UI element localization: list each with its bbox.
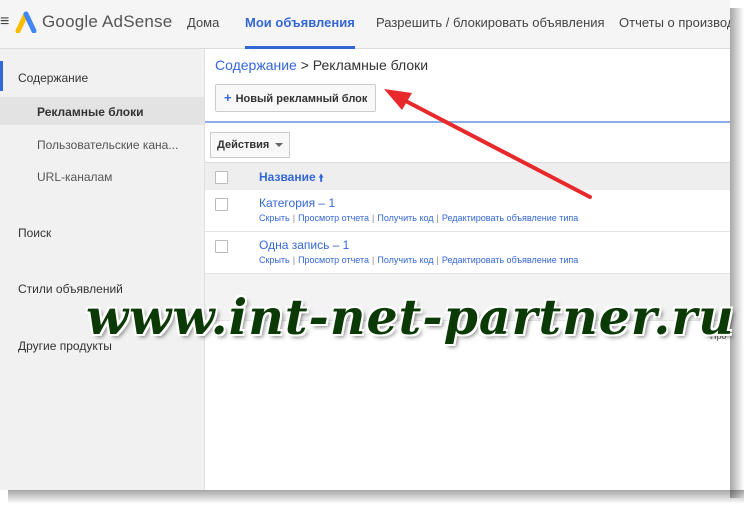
sidebar-item-url-channels[interactable]: URL-каналам xyxy=(37,170,112,184)
row-actions: Скрыть | Просмотр отчета | Получить код | Реда… xyxy=(259,255,579,265)
chevron-down-icon xyxy=(275,143,284,148)
top-bar: ≡ Google AdSense Дома Мои объявления Раз… xyxy=(0,0,730,49)
column-header-name-label: Название xyxy=(259,170,316,184)
logo-text[interactable]: Google AdSense xyxy=(42,12,172,32)
row-checkbox[interactable] xyxy=(215,240,228,253)
sort-up-icon: 🠙 xyxy=(318,173,324,184)
main-content: Содержание > Рекламные блоки + Новый рекл… xyxy=(205,49,730,490)
nav-reports[interactable]: Отчеты о производ xyxy=(619,0,730,48)
row-actions: Скрыть | Просмотр отчета | Получить код | Реда… xyxy=(259,213,579,223)
row-name-link[interactable]: Категория – 1 xyxy=(259,196,335,210)
get-code-link[interactable]: Получить код xyxy=(377,213,433,223)
breadcrumb-current: Рекламные блоки xyxy=(312,57,429,73)
actions-dropdown[interactable]: Действия xyxy=(210,132,291,158)
adsense-window: ≡ Google AdSense Дома Мои объявления Раз… xyxy=(0,0,730,490)
nav-allow-block[interactable]: Разрешить / блокировать объявления xyxy=(376,0,605,48)
sidebar-section-search[interactable]: Поиск xyxy=(18,226,51,240)
watermark-text: www.int-net-partner.ru xyxy=(86,288,735,346)
hide-link[interactable]: Скрыть xyxy=(259,255,290,265)
table-row: Категория – 1 Скрыть | Просмотр отчета | Пол… xyxy=(205,190,730,232)
get-code-link[interactable]: Получить код xyxy=(377,255,433,265)
adsense-logo-icon xyxy=(15,11,37,33)
table-row: Одна запись – 1 Скрыть | Просмотр отчета | П… xyxy=(205,232,730,274)
sidebar: Содержание Рекламные блоки Пользовательс… xyxy=(0,49,205,490)
sidebar-item-ad-units[interactable]: Рекламные блоки xyxy=(37,105,144,119)
plus-icon: + xyxy=(224,90,232,105)
sidebar-section-content[interactable]: Содержание xyxy=(18,71,88,85)
nav-my-ads[interactable]: Мои объявления xyxy=(245,0,355,49)
breadcrumb-separator: > xyxy=(300,57,309,73)
new-ad-unit-label: Новый рекламный блок xyxy=(235,93,368,105)
edit-ad-type-link[interactable]: Редактировать объявление типа xyxy=(442,213,578,223)
header-divider xyxy=(205,121,730,123)
view-report-link[interactable]: Просмотр отчета xyxy=(298,213,369,223)
column-header-name[interactable]: Название 🠙 xyxy=(259,170,324,188)
row-name-link[interactable]: Одна запись – 1 xyxy=(259,238,349,252)
breadcrumb-link-content[interactable]: Содержание xyxy=(215,57,297,73)
select-all-checkbox[interactable] xyxy=(215,171,228,184)
row-checkbox[interactable] xyxy=(215,198,228,211)
breadcrumb: Содержание > Рекламные блоки xyxy=(215,57,428,73)
hamburger-icon[interactable]: ≡ xyxy=(0,13,9,31)
page-shadow-bottom xyxy=(8,490,744,504)
sidebar-item-custom-channels[interactable]: Пользовательские кана... xyxy=(37,138,187,152)
new-ad-unit-button[interactable]: + Новый рекламный блок xyxy=(215,84,377,112)
actions-label: Действия xyxy=(217,139,270,151)
page-shadow-right xyxy=(730,8,744,498)
table-header: Название 🠙 xyxy=(205,162,730,191)
hide-link[interactable]: Скрыть xyxy=(259,213,290,223)
edit-ad-type-link[interactable]: Редактировать объявление типа xyxy=(442,255,578,265)
view-report-link[interactable]: Просмотр отчета xyxy=(298,255,369,265)
nav-home[interactable]: Дома xyxy=(187,0,219,48)
sidebar-active-indicator xyxy=(0,61,3,91)
